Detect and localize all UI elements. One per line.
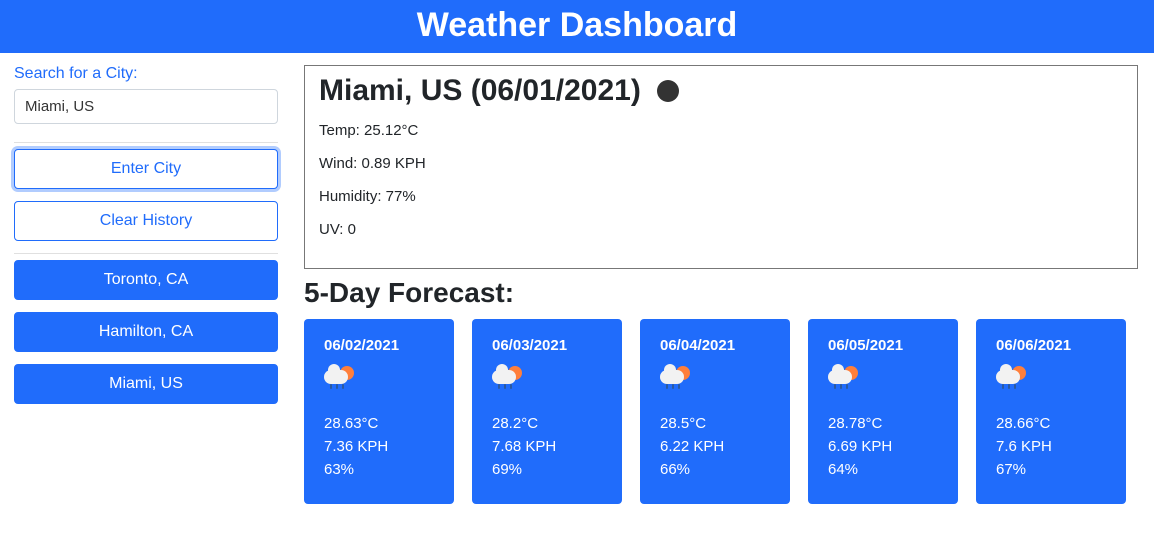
forecast-date: 06/06/2021: [996, 337, 1106, 354]
forecast-temp: 28.63°C: [324, 415, 434, 432]
forecast-wind: 6.69 KPH: [828, 438, 938, 455]
clear-history-button[interactable]: Clear History: [14, 201, 278, 241]
forecast-date: 06/04/2021: [660, 337, 770, 354]
page-title: Weather Dashboard: [0, 6, 1154, 45]
main-content: Miami, US (06/01/2021) Temp: 25.12°C Win…: [300, 59, 1154, 516]
forecast-wind: 7.36 KPH: [324, 438, 434, 455]
forecast-card: 06/06/2021 28.66°C 7.6 KPH 67%: [976, 319, 1126, 504]
history-item[interactable]: Toronto, CA: [14, 260, 278, 300]
forecast-card: 06/04/2021 28.5°C 6.22 KPH 66%: [640, 319, 790, 504]
divider: [14, 142, 278, 143]
current-wind: Wind: 0.89 KPH: [319, 155, 1123, 172]
forecast-wind: 7.68 KPH: [492, 438, 602, 455]
forecast-humidity: 64%: [828, 461, 938, 478]
page-header: Weather Dashboard: [0, 0, 1154, 53]
enter-city-button[interactable]: Enter City: [14, 149, 278, 189]
rain-cloud-sun-icon: [324, 366, 434, 397]
current-weather-panel: Miami, US (06/01/2021) Temp: 25.12°C Win…: [304, 65, 1138, 269]
forecast-card: 06/05/2021 28.78°C 6.69 KPH 64%: [808, 319, 958, 504]
search-label: Search for a City:: [14, 65, 278, 83]
current-temp: Temp: 25.12°C: [319, 122, 1123, 139]
history-item[interactable]: Hamilton, CA: [14, 312, 278, 352]
forecast-date: 06/03/2021: [492, 337, 602, 354]
current-weather-heading: Miami, US (06/01/2021): [319, 74, 1123, 108]
forecast-date: 06/02/2021: [324, 337, 434, 354]
city-search-input[interactable]: [14, 89, 278, 124]
forecast-temp: 28.66°C: [996, 415, 1106, 432]
rain-cloud-sun-icon: [660, 366, 770, 397]
current-uv: UV: 0: [319, 221, 1123, 238]
rain-cloud-sun-icon: [828, 366, 938, 397]
forecast-temp: 28.2°C: [492, 415, 602, 432]
current-city-date: Miami, US (06/01/2021): [319, 74, 641, 108]
history-item[interactable]: Miami, US: [14, 364, 278, 404]
forecast-row: 06/02/2021 28.63°C 7.36 KPH 63% 06/03/20…: [304, 319, 1138, 504]
divider: [14, 253, 278, 254]
sidebar: Search for a City: Enter City Clear Hist…: [0, 59, 290, 516]
current-humidity: Humidity: 77%: [319, 188, 1123, 205]
forecast-date: 06/05/2021: [828, 337, 938, 354]
main-container: Search for a City: Enter City Clear Hist…: [0, 53, 1154, 516]
forecast-humidity: 63%: [324, 461, 434, 478]
forecast-humidity: 69%: [492, 461, 602, 478]
rain-cloud-sun-icon: [492, 366, 602, 397]
forecast-temp: 28.78°C: [828, 415, 938, 432]
forecast-temp: 28.5°C: [660, 415, 770, 432]
forecast-wind: 6.22 KPH: [660, 438, 770, 455]
forecast-wind: 7.6 KPH: [996, 438, 1106, 455]
forecast-heading: 5-Day Forecast:: [304, 277, 1138, 309]
forecast-card: 06/03/2021 28.2°C 7.68 KPH 69%: [472, 319, 622, 504]
forecast-humidity: 66%: [660, 461, 770, 478]
forecast-card: 06/02/2021 28.63°C 7.36 KPH 63%: [304, 319, 454, 504]
current-weather-icon: [657, 80, 679, 102]
rain-cloud-sun-icon: [996, 366, 1106, 397]
forecast-humidity: 67%: [996, 461, 1106, 478]
